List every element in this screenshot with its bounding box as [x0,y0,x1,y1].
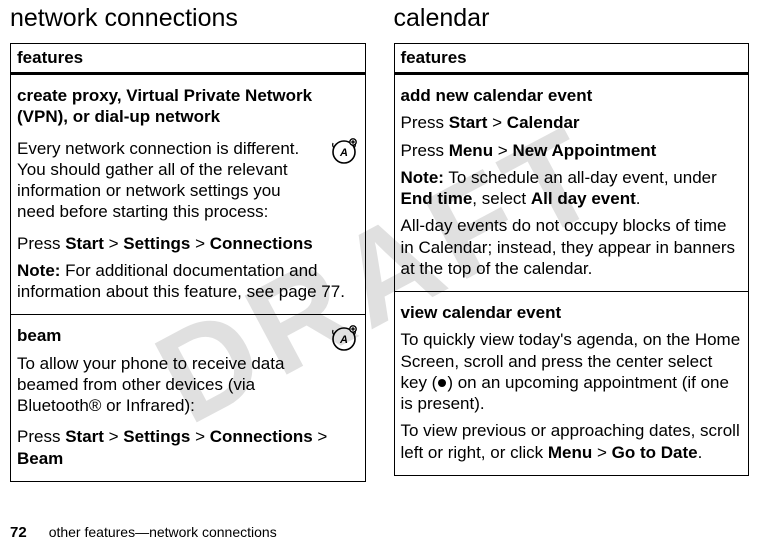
footer-text: other features—network connections [49,524,277,540]
path-sep: > [104,234,123,253]
operator-badge-icon: A [329,323,359,353]
path-seg: Menu [548,443,592,462]
row-path: Press Start > Calendar [401,112,743,133]
operator-badge-icon: A [329,136,359,166]
path-seg: Beam [17,449,63,468]
page-content: network connections features create prox… [0,0,759,482]
row-note: Note: To schedule an all-day event, unde… [401,167,743,210]
path-seg: New Appointment [512,141,656,160]
features-table-left: features create proxy, Virtual Private N… [10,43,366,482]
table-header: features [394,44,749,74]
note-text: For additional documentation and informa… [17,261,345,301]
path-sep: > [190,234,209,253]
path-seg: Start [65,234,104,253]
press-label: Press [401,141,449,160]
note-label: Note: [401,168,444,187]
right-column: calendar features add new calendar event… [394,4,750,482]
press-label: Press [401,113,449,132]
row-intro: Every network connection is different. Y… [17,138,323,223]
path-sep: > [487,113,506,132]
table-row: beam To allow your phone to receive data… [11,315,366,482]
table-row: view calendar event To quickly view toda… [394,292,749,476]
row-path: Press Menu > New Appointment [401,140,743,161]
section-title-network: network connections [10,4,366,33]
row-path: Press Start > Settings > Connections [17,233,359,254]
note-text: , select [472,189,531,208]
row-heading: beam [17,325,323,346]
center-key-icon [438,379,446,387]
table-row: add new calendar event Press Start > Cal… [394,74,749,292]
page-footer: 72 other features—network connections [10,524,277,541]
page-number: 72 [10,524,27,541]
row-intro: To allow your phone to receive data beam… [17,353,323,417]
note-label: Note: [17,261,60,280]
section-title-calendar: calendar [394,4,750,33]
tail-text: . [698,443,703,462]
press-label: Press [17,427,65,446]
path-sep: > [592,443,611,462]
press-label: Press [17,234,65,253]
note-text: . [636,189,641,208]
path-sep: > [190,427,209,446]
svg-text:A: A [339,147,348,159]
intro-text: ) on an upcoming appointment (if one is … [401,373,729,413]
left-column: network connections features create prox… [10,4,366,482]
row-note: Note: For additional documentation and i… [17,260,359,303]
row-tail: To view previous or approaching dates, s… [401,420,743,463]
svg-text:A: A [339,334,348,346]
path-seg: All day event [531,189,636,208]
path-seg: Start [65,427,104,446]
path-seg: Calendar [507,113,580,132]
features-table-right: features add new calendar event Press St… [394,43,750,476]
table-header: features [11,44,366,74]
path-seg: Settings [123,234,190,253]
table-row: create proxy, Virtual Private Network (V… [11,74,366,315]
note-text: To schedule an all-day event, under [444,168,717,187]
row-intro: To quickly view today's agenda, on the H… [401,329,743,414]
path-sep: > [313,427,328,446]
path-seg: Menu [449,141,493,160]
row-heading: view calendar event [401,302,743,323]
row-path: Press Start > Settings > Connections > B… [17,426,359,469]
path-seg: End time [401,189,473,208]
path-sep: > [104,427,123,446]
path-seg: Connections [210,234,313,253]
row-tail: All-day events do not occupy blocks of t… [401,215,743,279]
path-seg: Settings [123,427,190,446]
row-heading: create proxy, Virtual Private Network (V… [17,85,359,128]
path-seg: Connections [210,427,313,446]
path-sep: > [493,141,512,160]
path-seg: Start [449,113,488,132]
row-heading: add new calendar event [401,85,743,106]
path-seg: Go to Date [612,443,698,462]
